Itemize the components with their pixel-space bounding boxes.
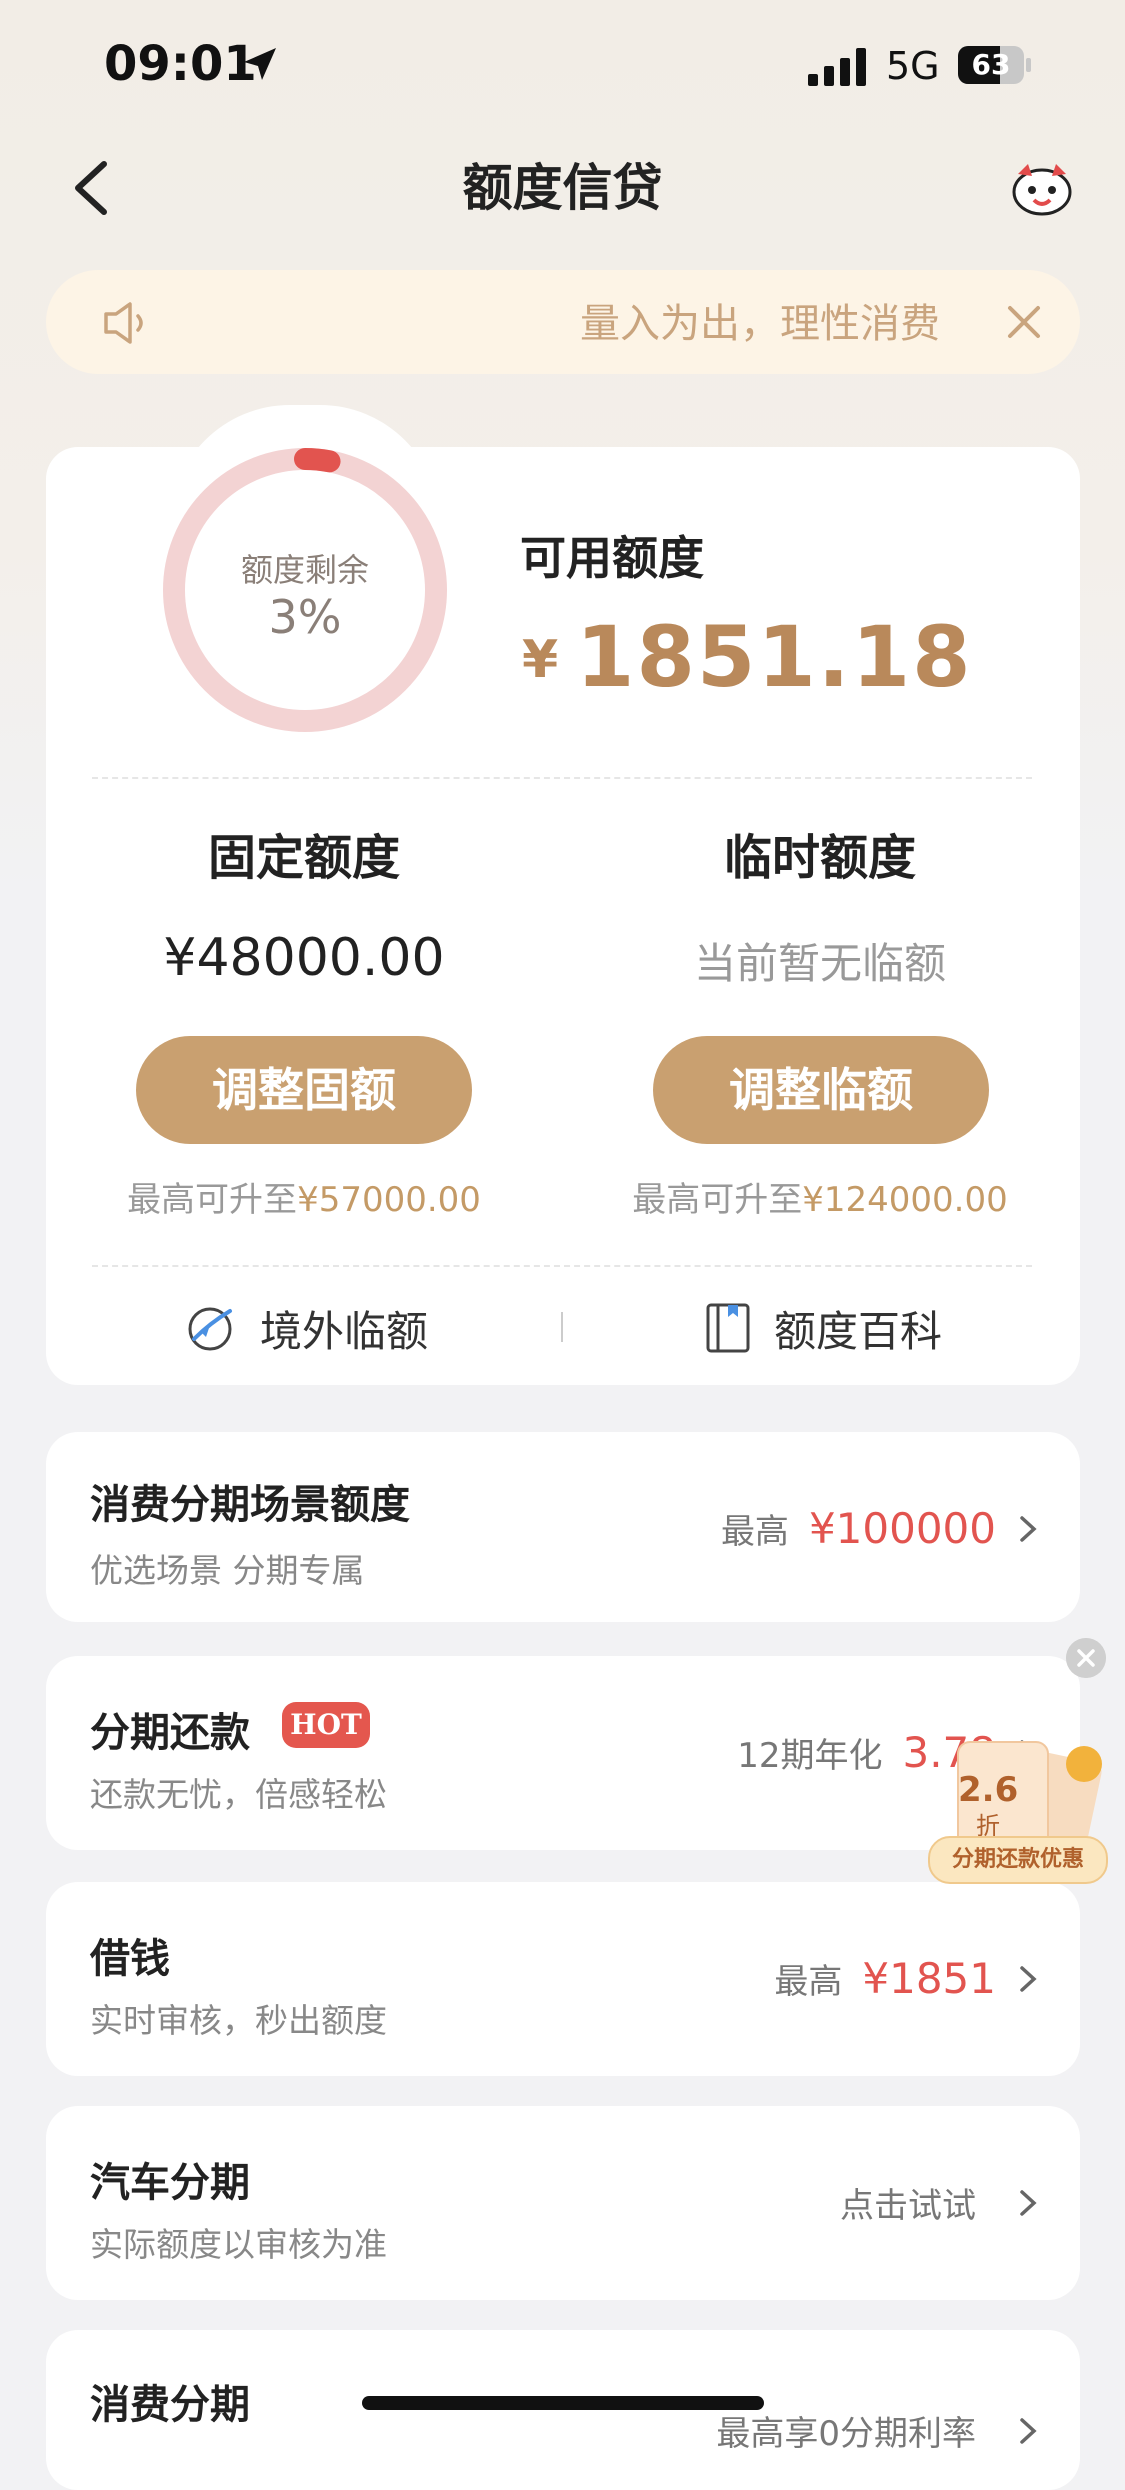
list-item-consumer-installment[interactable]: 消费分期 最高享0分期利率 [46,2330,1080,2490]
overseas-quota-label: 境外临额 [260,1306,429,1356]
available-amount: 1851.18 [576,608,973,706]
temp-upto-value: ¥124000.00 [802,1180,1008,1220]
promo-close-icon[interactable] [1066,1638,1106,1678]
battery-icon: 63 [958,46,1032,84]
chevron-right-icon [1020,1515,1037,1542]
location-arrow-icon [244,48,276,80]
item-value: ¥1851 [862,1954,996,2003]
temp-upto: 最高可升至¥124000.00 [560,1172,1080,1221]
mascot-icon[interactable] [1010,160,1074,216]
fixed-upto-value: ¥57000.00 [297,1180,481,1220]
item-right: 点击试试 [840,2178,1040,2227]
item-prefix: 最高享0分期利率 [716,2414,976,2454]
item-prefix: 12期年化 [737,1736,883,1776]
item-title: 分期还款 [90,1710,250,1756]
available-currency: ¥ [522,630,559,690]
close-icon[interactable] [1004,302,1044,342]
item-subtitle: 优选场景 分期专属 [90,1551,365,1590]
fixed-upto: 最高可升至¥57000.00 [44,1172,564,1221]
quota-wiki-link[interactable]: 额度百科 [704,1296,942,1360]
item-subtitle: 实际额度以审核为准 [90,2225,387,2264]
item-prefix: 点击试试 [840,2186,976,2226]
item-right: 最高享0分期利率 [716,2406,1040,2455]
book-icon [706,1303,750,1353]
list-item-borrow[interactable]: 借钱 实时审核，秒出额度 最高 ¥1851 [46,1882,1080,2076]
status-time: 09:01 [104,36,257,92]
promo-number: 2.6 [958,1770,1019,1810]
fixed-quota-title: 固定额度 [207,830,400,886]
divider [92,1265,1032,1267]
item-subtitle: 还款无忧，倍感轻松 [90,1775,387,1814]
item-title: 消费分期场景额度 [90,1482,410,1528]
ring-label: 额度剩余 [240,551,369,589]
hot-badge: HOT [282,1702,370,1748]
quota-wiki-label: 额度百科 [774,1306,943,1356]
home-indicator [362,2396,764,2410]
fixed-quota-amount: ¥48000.00 [163,928,445,988]
item-right: 最高 ¥100000 [721,1504,1040,1553]
adjust-fixed-button[interactable]: 调整固额 [136,1036,472,1144]
signal-icon [808,48,866,86]
fixed-upto-prefix: 最高可升至 [127,1180,298,1220]
network-type: 5G [886,44,940,88]
list-item-consumer-installment-quota[interactable]: 消费分期场景额度 优选场景 分期专属 最高 ¥100000 [46,1432,1080,1622]
ring-value: 3% [268,590,342,644]
battery-level: 63 [971,48,1011,81]
overseas-quota-link[interactable]: 境外临额 [184,1296,428,1360]
notice-bar[interactable]: 量入为出，理性消费 [46,270,1080,374]
item-right: 最高 ¥1851 [774,1954,1040,2003]
link-separator [561,1312,563,1342]
list-item-car-installment[interactable]: 汽车分期 实际额度以审核为准 点击试试 [46,2106,1080,2300]
item-value: ¥100000 [808,1504,996,1553]
item-subtitle: 实时审核，秒出额度 [90,2001,387,2040]
chevron-right-icon [1020,1965,1037,1992]
item-prefix: 最高 [774,1962,843,2002]
page-title: 额度信贷 [462,159,663,217]
item-title: 消费分期 [90,2382,250,2428]
item-title: 借钱 [90,1936,170,1982]
globe-plane-icon [188,1307,232,1351]
temp-quota-status: 当前暂无临额 [693,939,946,988]
speaker-icon [104,302,143,344]
divider [92,777,1032,779]
temp-quota-title: 临时额度 [723,830,916,886]
adjust-temp-button[interactable]: 调整临额 [653,1036,989,1144]
notice-text: 量入为出，理性消费 [580,301,940,347]
chevron-right-icon [1020,2417,1037,2444]
available-label: 可用额度 [520,531,704,585]
promo-label[interactable]: 分期还款优惠 [928,1836,1108,1884]
chevron-right-icon [1020,2189,1037,2216]
temp-upto-prefix: 最高可升至 [632,1180,803,1220]
item-title: 汽车分期 [90,2160,250,2206]
item-prefix: 最高 [720,1512,789,1552]
